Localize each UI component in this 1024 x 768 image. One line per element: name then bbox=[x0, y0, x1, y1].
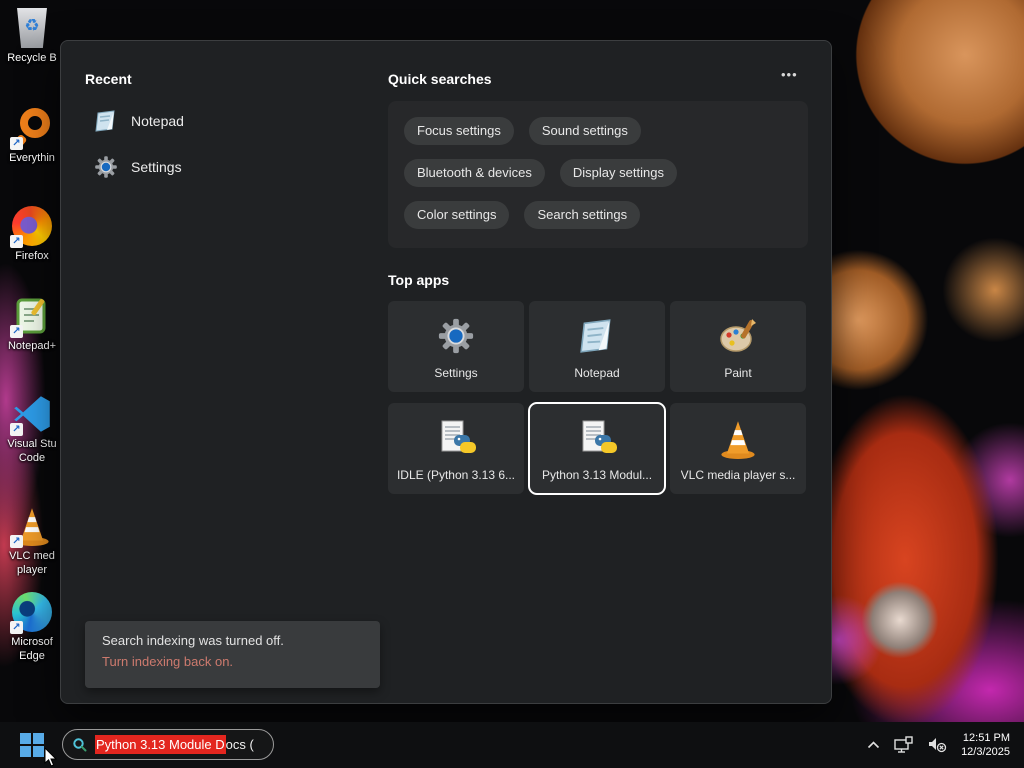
top-app-label: Notepad bbox=[574, 366, 620, 380]
search-icon bbox=[73, 737, 87, 751]
quick-search-pill[interactable]: Sound settings bbox=[528, 117, 641, 145]
desktop-icon-vlc[interactable]: ↗ VLC med player bbox=[0, 506, 64, 577]
desktop-icon-label: Notepad+ bbox=[7, 340, 56, 352]
desktop-icon-recycle-bin[interactable]: ♻ Recycle B bbox=[0, 8, 64, 65]
desktop-icon-everything[interactable]: ↗ Everythin bbox=[0, 108, 64, 165]
edge-icon: ↗ bbox=[10, 592, 52, 634]
quick-search-pill[interactable]: Search settings bbox=[524, 201, 641, 229]
quick-search-pill[interactable]: Bluetooth & devices bbox=[404, 159, 545, 187]
clock-date: 12/3/2025 bbox=[961, 746, 1010, 758]
system-tray: 12:51 PM 12/3/2025 bbox=[867, 722, 1024, 768]
taskbar: Python 3.13 Module Docs ( 12:51 PM 12/3/… bbox=[0, 722, 1024, 768]
turn-indexing-on-link[interactable]: Turn indexing back on. bbox=[102, 654, 363, 669]
quick-searches-title: Quick searches bbox=[388, 71, 492, 87]
recent-item-label: Settings bbox=[131, 159, 182, 175]
search-query-highlighted: Python 3.13 Module D bbox=[95, 735, 226, 754]
clock-time: 12:51 PM bbox=[962, 732, 1010, 744]
windows-logo-icon bbox=[20, 733, 44, 757]
shortcut-arrow-icon: ↗ bbox=[10, 621, 23, 634]
more-options-icon[interactable]: ••• bbox=[781, 67, 798, 82]
top-app-label: Settings bbox=[434, 366, 478, 380]
recent-section-title: Recent bbox=[85, 71, 132, 87]
tray-network-icon[interactable] bbox=[893, 736, 915, 754]
shortcut-arrow-icon: ↗ bbox=[10, 235, 23, 248]
recent-item-settings[interactable]: Settings bbox=[94, 155, 182, 179]
shortcut-arrow-icon: ↗ bbox=[10, 325, 23, 338]
top-apps-grid: Settings Notepad Paint IDLE (Python 3.13… bbox=[388, 301, 806, 495]
settings-gear-icon bbox=[437, 317, 475, 355]
firefox-icon: ↗ bbox=[10, 206, 52, 248]
top-app-tile-settings[interactable]: Settings bbox=[388, 301, 524, 392]
vlc-cone-icon bbox=[718, 419, 758, 459]
notepad-icon bbox=[578, 317, 616, 355]
desktop-icon-edge[interactable]: ↗ Microsof Edge bbox=[0, 592, 64, 663]
top-app-label: Paint bbox=[724, 366, 752, 380]
quick-search-pill[interactable]: Color settings bbox=[404, 201, 510, 229]
top-app-tile-vlc[interactable]: VLC media player s... bbox=[670, 403, 806, 494]
top-app-tile-idle-python[interactable]: IDLE (Python 3.13 6... bbox=[388, 403, 524, 494]
mouse-cursor bbox=[44, 748, 58, 767]
taskbar-search-box[interactable]: Python 3.13 Module Docs ( bbox=[62, 729, 274, 760]
tray-chevron-up-icon[interactable] bbox=[867, 741, 880, 749]
desktop-icon-label: Recycle B bbox=[7, 52, 57, 64]
indexing-notification: Search indexing was turned off. Turn ind… bbox=[85, 621, 380, 688]
vlc-cone-icon: ↗ bbox=[10, 506, 52, 548]
vscode-icon: ↗ bbox=[10, 394, 52, 436]
top-app-tile-paint[interactable]: Paint bbox=[670, 301, 806, 392]
everything-search-icon: ↗ bbox=[10, 108, 52, 151]
desktop-icon-label: VLC med player bbox=[9, 550, 55, 576]
desktop-icon-notepad-plus-plus[interactable]: ↗ Notepad+ bbox=[0, 296, 64, 353]
quick-searches-box: Focus settings Sound settings Bluetooth … bbox=[388, 101, 808, 248]
desktop-icon-label: Everythin bbox=[9, 152, 55, 164]
desktop-icon-firefox[interactable]: ↗ Firefox bbox=[0, 206, 64, 263]
recycle-bin-icon: ♻ bbox=[12, 8, 52, 48]
settings-gear-icon bbox=[95, 156, 117, 178]
top-app-label: VLC media player s... bbox=[680, 468, 796, 482]
recent-item-notepad[interactable]: Notepad bbox=[94, 109, 184, 133]
shortcut-arrow-icon: ↗ bbox=[10, 137, 23, 150]
top-app-label: Python 3.13 Modul... bbox=[541, 468, 653, 482]
quick-search-pill[interactable]: Focus settings bbox=[404, 117, 514, 145]
python-document-icon bbox=[575, 419, 619, 459]
tray-volume-muted-icon[interactable] bbox=[928, 736, 948, 754]
search-flyout-panel: Recent Notepad Settings Quick searches •… bbox=[60, 40, 832, 704]
notepad-icon bbox=[95, 110, 115, 132]
shortcut-arrow-icon: ↗ bbox=[10, 423, 23, 436]
desktop-icon-label: Microsof Edge bbox=[11, 636, 53, 662]
taskbar-clock[interactable]: 12:51 PM 12/3/2025 bbox=[961, 731, 1010, 759]
quick-search-pill[interactable]: Display settings bbox=[559, 159, 677, 187]
python-document-icon bbox=[434, 419, 478, 459]
top-apps-title: Top apps bbox=[388, 272, 450, 288]
paint-palette-icon bbox=[718, 317, 758, 355]
notepad-plus-plus-icon: ↗ bbox=[10, 296, 52, 338]
top-app-label: IDLE (Python 3.13 6... bbox=[396, 468, 516, 482]
shortcut-arrow-icon: ↗ bbox=[10, 535, 23, 548]
search-query-rest: ocs ( bbox=[225, 737, 254, 752]
search-query-text: Python 3.13 Module Docs ( bbox=[95, 735, 254, 754]
recent-item-label: Notepad bbox=[131, 113, 184, 129]
notification-message: Search indexing was turned off. bbox=[102, 633, 284, 648]
top-app-tile-python-docs[interactable]: Python 3.13 Modul... bbox=[528, 402, 666, 495]
desktop-icon-label: Visual Stu Code bbox=[7, 438, 57, 464]
desktop-icon-label: Firefox bbox=[15, 250, 49, 262]
top-app-tile-notepad[interactable]: Notepad bbox=[529, 301, 665, 392]
desktop-icon-vscode[interactable]: ↗ Visual Stu Code bbox=[0, 394, 64, 465]
